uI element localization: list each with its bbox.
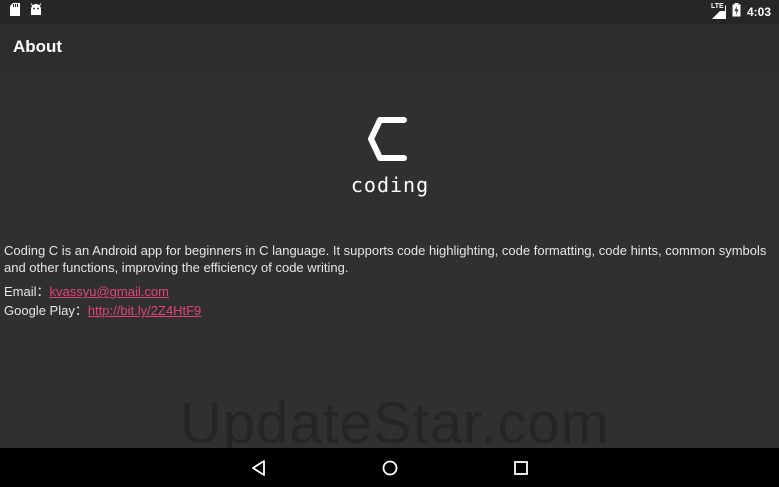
page-title: About bbox=[13, 37, 63, 56]
logo-icon bbox=[366, 114, 412, 164]
signal-icon: LTE bbox=[709, 2, 726, 19]
android-icon bbox=[30, 3, 42, 21]
email-line: Email：kvassyu@gmail.com bbox=[4, 283, 169, 300]
home-icon bbox=[380, 458, 400, 478]
watermark: UpdateStar.com bbox=[180, 391, 610, 456]
google-play-link[interactable]: http://bit.ly/2Z4HtF9 bbox=[88, 303, 201, 318]
network-label: LTE bbox=[709, 2, 725, 11]
status-bar: LTE 4:03 bbox=[0, 0, 779, 24]
about-content: coding Coding C is an Android app for be… bbox=[0, 72, 779, 456]
status-time: 4:03 bbox=[746, 4, 771, 19]
email-label: Email： bbox=[4, 284, 50, 299]
logo-text: coding bbox=[350, 173, 430, 197]
status-left-icons bbox=[10, 3, 42, 21]
email-link[interactable]: kvassyu@gmail.com bbox=[50, 284, 169, 299]
app-bar: About bbox=[0, 24, 779, 72]
home-button[interactable] bbox=[380, 458, 400, 478]
google-play-line: Google Play：http://bit.ly/2Z4HtF9 bbox=[4, 302, 201, 319]
nav-bar bbox=[0, 448, 779, 487]
recents-button[interactable] bbox=[511, 458, 531, 478]
sd-card-icon bbox=[10, 3, 20, 21]
status-right-icons: LTE 4:03 bbox=[709, 2, 771, 20]
battery-icon bbox=[732, 3, 741, 20]
app-description: Coding C is an Android app for beginners… bbox=[4, 243, 767, 275]
google-play-label: Google Play： bbox=[4, 303, 88, 318]
screen: LTE 4:03 About coding Coding C is an And… bbox=[0, 0, 779, 487]
back-icon bbox=[249, 458, 269, 478]
recents-icon bbox=[511, 458, 531, 478]
back-button[interactable] bbox=[249, 458, 269, 478]
